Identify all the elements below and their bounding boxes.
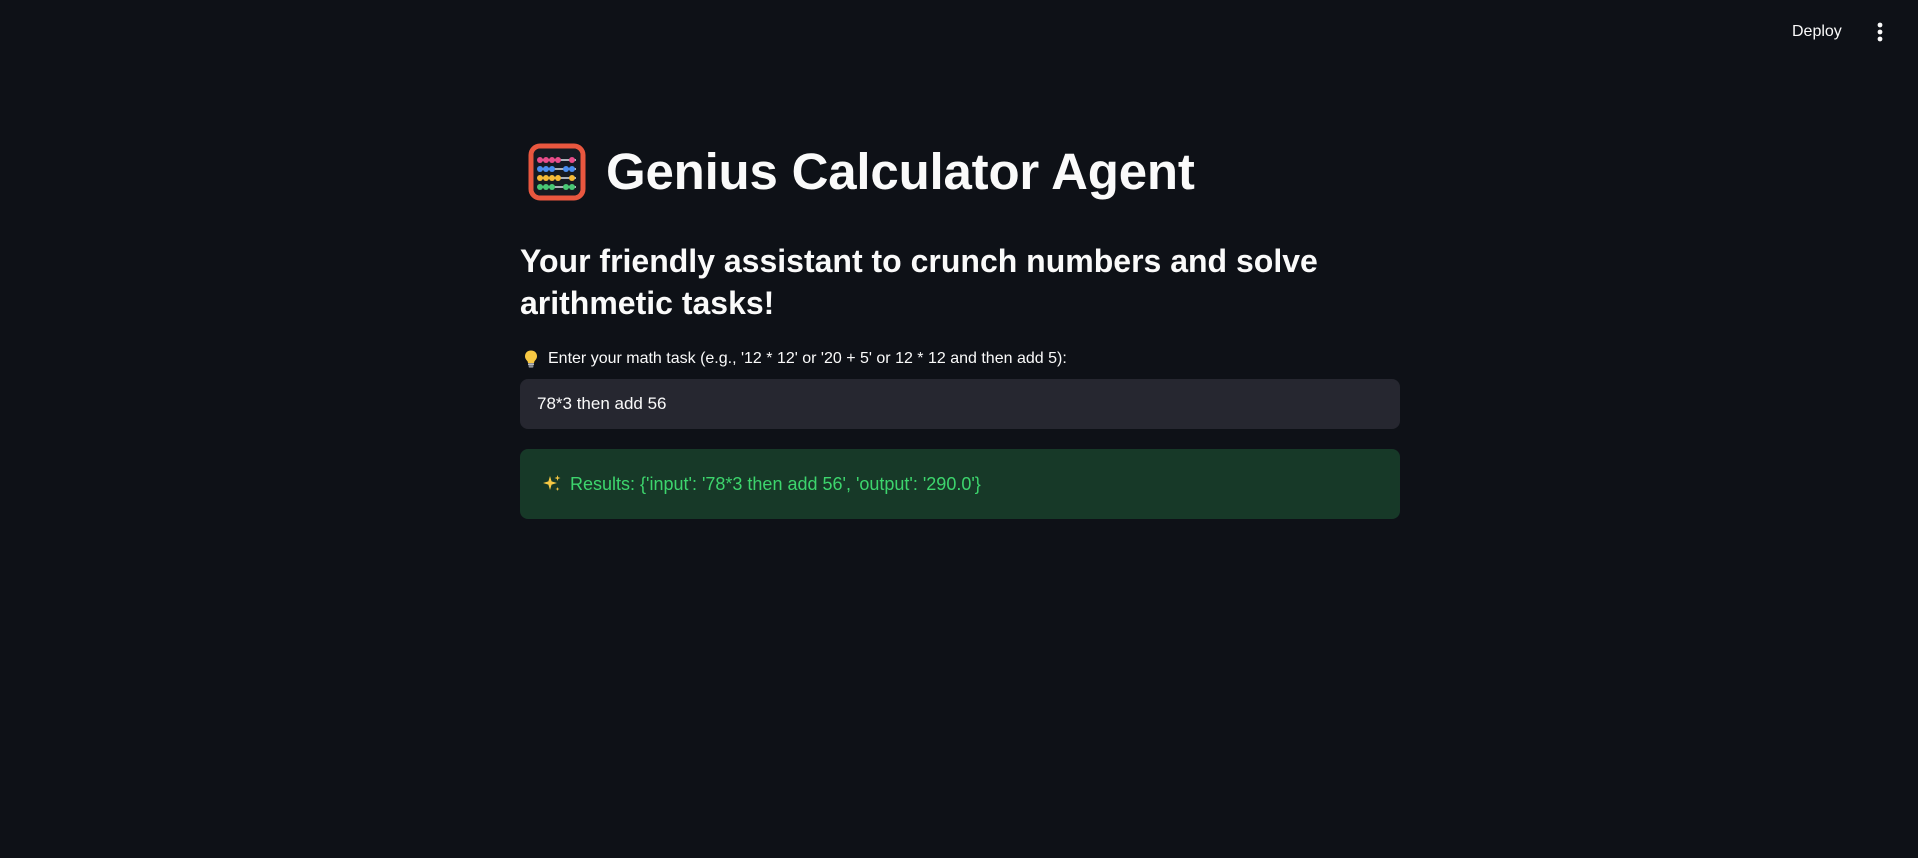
light-bulb-icon: [525, 350, 537, 368]
result-success-box: Results: {'input': '78*3 then add 56', '…: [520, 449, 1400, 519]
task-input-label-text: Enter your math task (e.g., '12 * 12' or…: [548, 350, 1067, 367]
title-row: Genius Calculator Agent: [528, 138, 1195, 206]
main-menu-button[interactable]: [1866, 18, 1894, 46]
toolbar: Deploy: [0, 0, 1918, 60]
task-input-label: Enter your math task (e.g., '12 * 12' or…: [522, 348, 1067, 370]
result-text: Results: {'input': '78*3 then add 56', '…: [570, 473, 981, 494]
abacus-icon: [528, 143, 586, 201]
sparkles-icon: [543, 475, 561, 491]
page-subtitle: Your friendly assistant to crunch number…: [520, 243, 1318, 321]
page-title: Genius Calculator Agent: [606, 143, 1195, 200]
app-root: Deploy Genius Calculator Agent Your frie…: [0, 0, 1918, 858]
deploy-button[interactable]: Deploy: [1784, 18, 1850, 46]
more-vertical-icon: [1877, 22, 1883, 42]
math-task-input[interactable]: [520, 379, 1400, 429]
